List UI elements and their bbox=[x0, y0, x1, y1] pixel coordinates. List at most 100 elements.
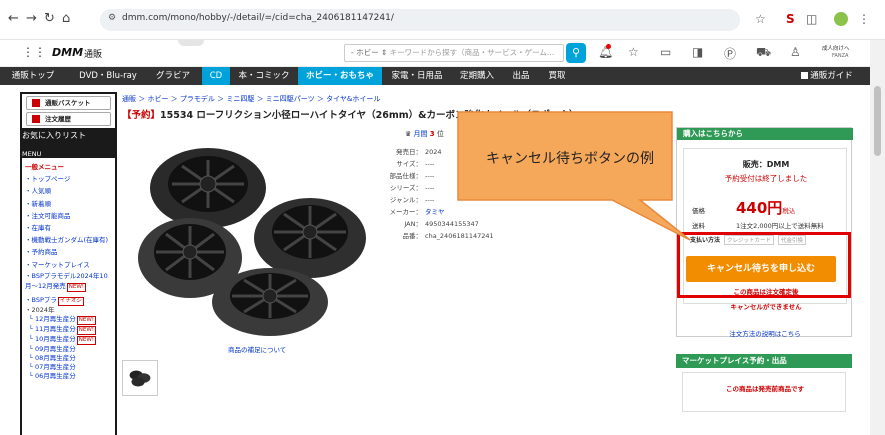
sidebar-item[interactable]: ・マーケットプレイス bbox=[25, 259, 112, 271]
price-amount: 440円 bbox=[736, 199, 783, 217]
category-nav: 通販トップ DVD・Blu-ray グラビア CD 本・コミック ホビー・おもち… bbox=[0, 67, 870, 85]
search-button[interactable]: ⚲ bbox=[566, 43, 586, 63]
header-toggle-tab[interactable] bbox=[178, 40, 204, 46]
nav-item-hobby[interactable]: ホビー・おもちゃ bbox=[298, 67, 382, 85]
basket-button[interactable]: 通販バスケット bbox=[26, 96, 111, 110]
sidebar-item[interactable]: ・在庫有 bbox=[25, 222, 112, 234]
order-method-link[interactable]: 注文方法の説明はこちら bbox=[677, 328, 853, 338]
market-heading: マーケットプレイス予約・出品 bbox=[676, 354, 852, 368]
sidebar-year: ・2024年 bbox=[25, 306, 55, 315]
nav-item-gravure[interactable]: グラビア bbox=[148, 67, 198, 85]
forward-icon[interactable]: → bbox=[26, 11, 37, 27]
page-scrollbar[interactable] bbox=[870, 40, 885, 435]
month-label: └ 10月再生産分 bbox=[29, 335, 76, 344]
image-caption-link[interactable]: 商品の補足について bbox=[228, 344, 286, 354]
bookmark-star-icon[interactable]: ☆ bbox=[755, 10, 766, 28]
points-icon[interactable]: Ⓟ bbox=[724, 45, 736, 62]
new-badge: NEW! bbox=[76, 316, 96, 326]
scrollbar-thumb[interactable] bbox=[874, 86, 881, 156]
pick-badge: イチオシ bbox=[57, 296, 84, 306]
detail-row: サイズ： ---- bbox=[396, 160, 435, 168]
site-info-icon[interactable]: ⚙ bbox=[108, 13, 116, 23]
no-cancel-note: キャンセルができません bbox=[730, 303, 802, 311]
coupon-icon[interactable]: ◨ bbox=[692, 45, 703, 59]
sidebar-item-bsp-pick[interactable]: ・BSPプラ イチオシ bbox=[25, 294, 112, 306]
sidebar-account-box: 通販バスケット 注文履歴 bbox=[22, 94, 115, 128]
purchase-heading: 購入はこちらから bbox=[677, 128, 853, 140]
maker-link[interactable]: タミヤ bbox=[425, 208, 445, 216]
point-card-icon[interactable]: ▭ bbox=[660, 45, 671, 59]
price-value: 440円税込 bbox=[736, 197, 795, 218]
sidebar-item-bsp[interactable]: ・BSPプラモデル2024年10月〜12月発売 NEW! bbox=[25, 271, 112, 292]
apps-grid-icon[interactable]: ⋮⋮ bbox=[22, 45, 46, 59]
sidebar-month-item[interactable]: └ 11月再生産分 NEW! bbox=[25, 325, 112, 336]
adult-site-sub: FANZA bbox=[832, 53, 849, 59]
product-thumbnail[interactable] bbox=[122, 360, 158, 396]
sidebar-item[interactable]: ・機動戦士ガンダム(在庫有) bbox=[25, 234, 112, 246]
detail-row: 部品仕様： ---- bbox=[389, 172, 435, 180]
detail-row: JAN： 4950344155347 bbox=[404, 220, 479, 228]
sidebar-month-item[interactable]: └ 07月再生産分 bbox=[25, 363, 112, 372]
more-menu-icon[interactable]: ⋮ bbox=[858, 10, 870, 28]
detail-row: 品番： cha_2406181147241 bbox=[402, 232, 494, 240]
page-title: 【予約】15534 ローフリクション小径ローハイトタイヤ（26mm）&カーボン強… bbox=[122, 107, 578, 121]
nav-item-buyback[interactable]: 買取 bbox=[542, 67, 572, 85]
market-message: この商品は発売前商品です bbox=[726, 385, 804, 393]
sidebar-item[interactable]: ・新着順 bbox=[25, 198, 112, 210]
price-tax: 税込 bbox=[782, 207, 796, 215]
order-history-button[interactable]: 注文履歴 bbox=[26, 112, 111, 126]
crown-icon: ♛ bbox=[405, 130, 412, 138]
basket-label: 通販バスケット bbox=[45, 99, 91, 107]
nav-item-top[interactable]: 通販トップ bbox=[0, 67, 66, 85]
tire-wheel bbox=[254, 198, 366, 278]
extensions-puzzle-icon[interactable]: ◫ bbox=[806, 10, 817, 28]
account-icon[interactable]: ♙ bbox=[790, 45, 801, 59]
address-bar[interactable]: ⚙ dmm.com/mono/hobby/-/detail/=/cid=cha_… bbox=[100, 9, 740, 31]
nav-item-subscription[interactable]: 定期購入 bbox=[454, 67, 500, 85]
highlight-frame bbox=[677, 232, 851, 298]
detail-row: 発売日： 2024 bbox=[396, 148, 442, 156]
extension-icon[interactable]: S bbox=[786, 10, 795, 28]
new-badge: NEW! bbox=[76, 336, 96, 346]
dmm-logo[interactable]: DMM bbox=[52, 46, 83, 59]
nav-item-books[interactable]: 本・コミック bbox=[234, 67, 294, 85]
profile-avatar[interactable] bbox=[834, 12, 848, 26]
favorites-link[interactable]: お気に入りリスト bbox=[22, 130, 86, 141]
favorite-star-icon[interactable]: ☆ bbox=[628, 45, 639, 59]
callout-text: キャンセル待ちボタンの例 bbox=[486, 151, 654, 167]
history-icon bbox=[32, 115, 40, 123]
adult-site-link[interactable]: 成人向けへ bbox=[822, 44, 850, 52]
nav-item-guide[interactable]: 通販ガイド bbox=[790, 67, 864, 85]
search-icon: ⚲ bbox=[571, 46, 581, 59]
home-icon[interactable]: ⌂ bbox=[62, 11, 70, 27]
sidebar-month-item[interactable]: └ 08月再生産分 bbox=[25, 354, 112, 363]
sidebar-month-item[interactable]: └ 12月再生産分 NEW! bbox=[25, 315, 112, 326]
nav-item-appliances[interactable]: 家電・日用品 bbox=[388, 67, 446, 85]
nav-item-dvd[interactable]: DVD・Blu-ray bbox=[70, 67, 146, 85]
sidebar-month-item[interactable]: └ 09月再生産分 bbox=[25, 345, 112, 354]
cart-icon[interactable]: ⛟ bbox=[756, 45, 771, 61]
rank-label[interactable]: 月間 bbox=[414, 130, 428, 138]
sidebar-month-item[interactable]: └ 06月再生産分 bbox=[25, 372, 112, 381]
sidebar-item[interactable]: ・人気順 bbox=[25, 185, 112, 197]
sidebar-month-item[interactable]: └ 10月再生産分 NEW! bbox=[25, 335, 112, 346]
reload-icon[interactable]: ↻ bbox=[44, 11, 55, 27]
nav-item-sell[interactable]: 出品 bbox=[506, 67, 536, 85]
basket-icon bbox=[32, 99, 40, 107]
search-placeholder: キーワードから探す（商品・サービス・ゲーム… bbox=[389, 48, 555, 57]
new-badge: NEW! bbox=[66, 282, 87, 292]
sidebar-item[interactable]: ・予約商品 bbox=[25, 246, 112, 258]
detail-row: シリーズ： ---- bbox=[389, 184, 435, 192]
breadcrumb[interactable]: 通販 ＞ ホビー ＞ プラモデル ＞ ミニ四駆 ＞ ミニ四駆パーツ ＞ タイヤ&… bbox=[122, 94, 380, 104]
logo-subtitle: 通販 bbox=[84, 50, 103, 60]
sidebar-item[interactable]: ・注文可能商品 bbox=[25, 210, 112, 222]
nav-item-cd[interactable]: CD bbox=[202, 67, 230, 85]
search-scope-select[interactable]: - ホビー ⇕ bbox=[351, 48, 387, 57]
sidebar-item[interactable]: ・トップページ bbox=[25, 173, 112, 185]
back-icon[interactable]: ← bbox=[8, 11, 19, 27]
rank-suffix: 位 bbox=[436, 130, 444, 138]
shipping-value: 1注文2,000円以上で送料無料 bbox=[736, 222, 824, 230]
product-image[interactable] bbox=[130, 140, 390, 340]
tire-wheel bbox=[212, 268, 328, 336]
search-input[interactable]: - ホビー ⇕ キーワードから探す（商品・サービス・ゲーム… bbox=[344, 44, 564, 62]
